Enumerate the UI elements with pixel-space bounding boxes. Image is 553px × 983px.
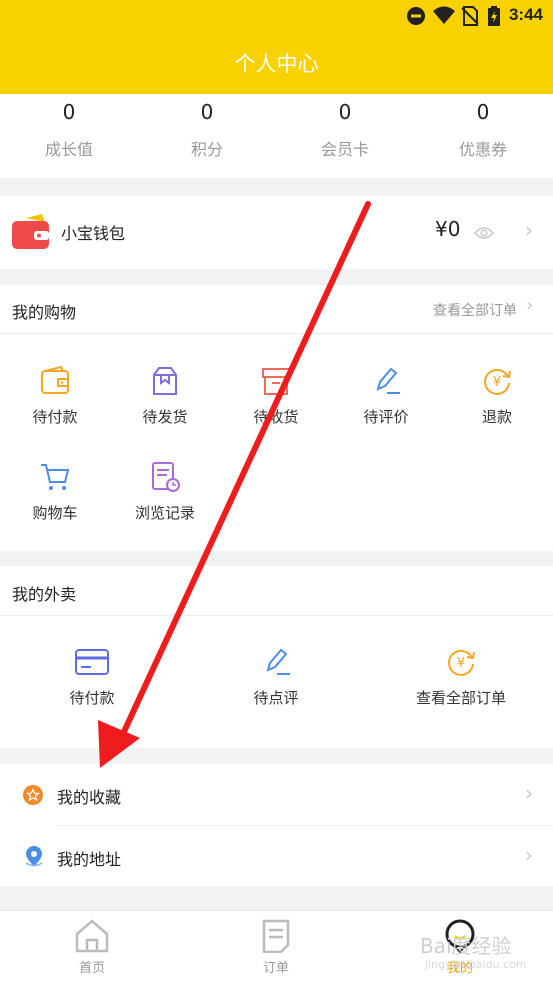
- stat-label: 优惠券: [458, 140, 507, 159]
- favorites-row[interactable]: 我的收藏 ›: [0, 764, 553, 825]
- cart-icon: [41, 464, 70, 490]
- wifi-icon: [433, 6, 455, 24]
- svg-text:¥: ¥: [493, 375, 501, 390]
- stat-value: 0: [476, 100, 490, 124]
- battery-icon: [488, 6, 500, 26]
- cart-button[interactable]: 购物车: [0, 461, 110, 523]
- do-not-disturb-icon: [407, 7, 425, 25]
- item-label: 购物车: [32, 504, 78, 522]
- divider: [0, 333, 553, 334]
- section-title: 我的外卖: [12, 585, 77, 604]
- star-badge-icon: [23, 785, 43, 805]
- tab-label: 首页: [78, 961, 105, 976]
- stat-points[interactable]: 0 积分: [138, 94, 276, 160]
- tab-home[interactable]: 首页: [32, 919, 152, 976]
- wallet-icon: [12, 214, 49, 249]
- takeout-section: 我的外卖 待付款 待点评 ¥ 查看全部订单: [0, 566, 553, 748]
- pending-review-button[interactable]: 待评价: [331, 365, 441, 427]
- item-label: 浏览记录: [134, 504, 195, 522]
- menu-label: 我的地址: [57, 850, 122, 869]
- stat-value: 0: [338, 100, 352, 124]
- item-label: 查看全部订单: [415, 689, 506, 707]
- pen-icon: [266, 648, 290, 675]
- eye-icon[interactable]: [474, 226, 494, 240]
- takeout-pending-review-button[interactable]: 待点评: [221, 646, 331, 708]
- chevron-right-icon: ›: [526, 295, 534, 316]
- stat-growth[interactable]: 0 成长值: [0, 94, 138, 160]
- takeout-pending-payment-button[interactable]: 待付款: [37, 646, 147, 708]
- wallet-icon: [41, 365, 69, 394]
- status-bar: 3:44: [0, 0, 553, 32]
- chevron-right-icon: ›: [525, 843, 533, 867]
- refund-icon: ¥: [484, 368, 511, 395]
- address-row[interactable]: 我的地址 ›: [0, 826, 553, 886]
- pending-payment-button[interactable]: 待付款: [0, 365, 110, 427]
- tab-orders[interactable]: 订单: [216, 919, 336, 976]
- item-label: 待收货: [253, 408, 299, 426]
- home-icon: [75, 919, 109, 953]
- item-label: 待点评: [253, 689, 299, 707]
- pending-shipment-button[interactable]: 待发货: [110, 365, 220, 427]
- item-label: 待付款: [32, 408, 78, 426]
- location-pin-icon: [25, 846, 43, 867]
- divider: [0, 615, 553, 616]
- stat-label: 会员卡: [320, 140, 369, 159]
- item-label: 退款: [481, 408, 512, 426]
- no-sim-icon: [461, 6, 479, 26]
- chevron-right-icon: ›: [525, 218, 533, 242]
- takeout-all-orders-button[interactable]: ¥ 查看全部订单: [401, 646, 521, 708]
- refund-icon: ¥: [448, 649, 475, 676]
- menu-label: 我的收藏: [57, 788, 122, 807]
- package-icon: [153, 367, 177, 395]
- stat-label: 积分: [190, 140, 223, 159]
- menu-list: 我的收藏 › 我的地址 ›: [0, 764, 553, 886]
- stat-member-card[interactable]: 0 会员卡: [276, 94, 414, 160]
- shopping-section: 我的购物 查看全部订单 › 待付款 待发货 待收货 待评价 ¥ 退款 购物车 浏…: [0, 285, 553, 551]
- tab-label: 订单: [262, 961, 289, 976]
- clock: 3:44: [508, 5, 543, 24]
- order-icon: [262, 919, 290, 953]
- watermark-sub: jingyan.baidu.com: [425, 958, 527, 971]
- card-icon: [75, 649, 109, 675]
- refund-button[interactable]: ¥ 退款: [442, 365, 552, 427]
- wallet-amount: ¥0: [435, 217, 461, 241]
- item-label: 待评价: [363, 408, 409, 426]
- stat-value: 0: [62, 100, 76, 124]
- page-title: 个人中心: [234, 52, 319, 76]
- stat-value: 0: [200, 100, 214, 124]
- stats-panel: 0 成长值 0 积分 0 会员卡 0 优惠券: [0, 94, 553, 178]
- stat-label: 成长值: [44, 140, 93, 159]
- box-icon: [262, 368, 290, 395]
- watermark: Bai度经验: [420, 934, 512, 958]
- history-icon: [152, 462, 180, 492]
- stat-coupons[interactable]: 0 优惠券: [414, 94, 552, 160]
- pen-icon: [376, 367, 400, 394]
- item-label: 待付款: [69, 689, 115, 707]
- section-title: 我的购物: [12, 303, 77, 322]
- pending-receipt-button[interactable]: 待收货: [221, 365, 331, 427]
- svg-text:¥: ¥: [457, 656, 465, 671]
- chevron-right-icon: ›: [525, 781, 533, 805]
- header-bar: 3:44 个人中心: [0, 0, 553, 94]
- wallet-name: 小宝钱包: [61, 224, 126, 243]
- view-all-orders-link[interactable]: 查看全部订单: [433, 300, 517, 320]
- wallet-row[interactable]: 小宝钱包 ¥0 ›: [0, 196, 553, 269]
- browsing-history-button[interactable]: 浏览记录: [110, 461, 220, 523]
- item-label: 待发货: [142, 408, 188, 426]
